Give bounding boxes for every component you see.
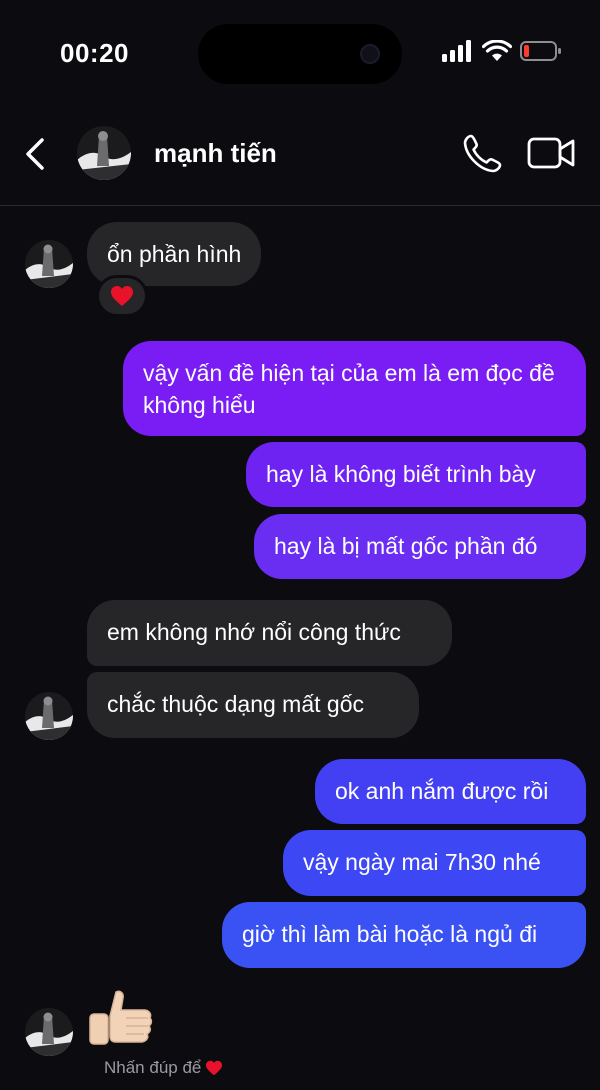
message-sent[interactable]: hay là bị mất gốc phần đó [254,514,586,579]
wifi-icon [482,40,512,61]
message-sent[interactable]: vậy vấn đề hiện tại của em là em đọc đề … [123,341,586,436]
thumbs-up-icon[interactable] [86,988,156,1050]
back-chevron-icon[interactable] [22,134,50,174]
signal-icon [442,40,471,62]
message-received[interactable]: chắc thuộc dạng mất gốc [87,672,419,738]
double-tap-hint: Nhấn đúp để [104,1058,223,1078]
chat-header: mạnh tiến [0,110,600,206]
sender-avatar[interactable] [25,1008,73,1056]
sender-avatar[interactable] [25,240,73,288]
sender-avatar[interactable] [25,692,73,740]
hint-text: Nhấn đúp để [104,1058,202,1077]
status-icons [442,40,562,62]
heart-icon [206,1060,223,1076]
status-time: 00:20 [60,38,129,68]
heart-reaction[interactable] [96,275,148,317]
status-bar: 00:20 [0,0,600,100]
phone-call-icon[interactable] [462,132,504,174]
dynamic-island [198,24,402,84]
message-sent[interactable]: vậy ngày mai 7h30 nhé [283,830,586,896]
video-call-icon[interactable] [527,134,575,172]
message-sent[interactable]: ok anh nắm được rồi [315,759,586,824]
contact-name[interactable]: mạnh tiến [154,138,277,169]
message-sent[interactable]: giờ thì làm bài hoặc là ngủ đi [222,902,586,968]
heart-icon [111,286,133,306]
message-sent[interactable]: hay là không biết trình bày [246,442,586,507]
battery-icon [520,41,561,61]
contact-avatar[interactable] [77,126,131,180]
message-received[interactable]: em không nhớ nổi công thức [87,600,452,666]
camera-icon [360,44,380,64]
